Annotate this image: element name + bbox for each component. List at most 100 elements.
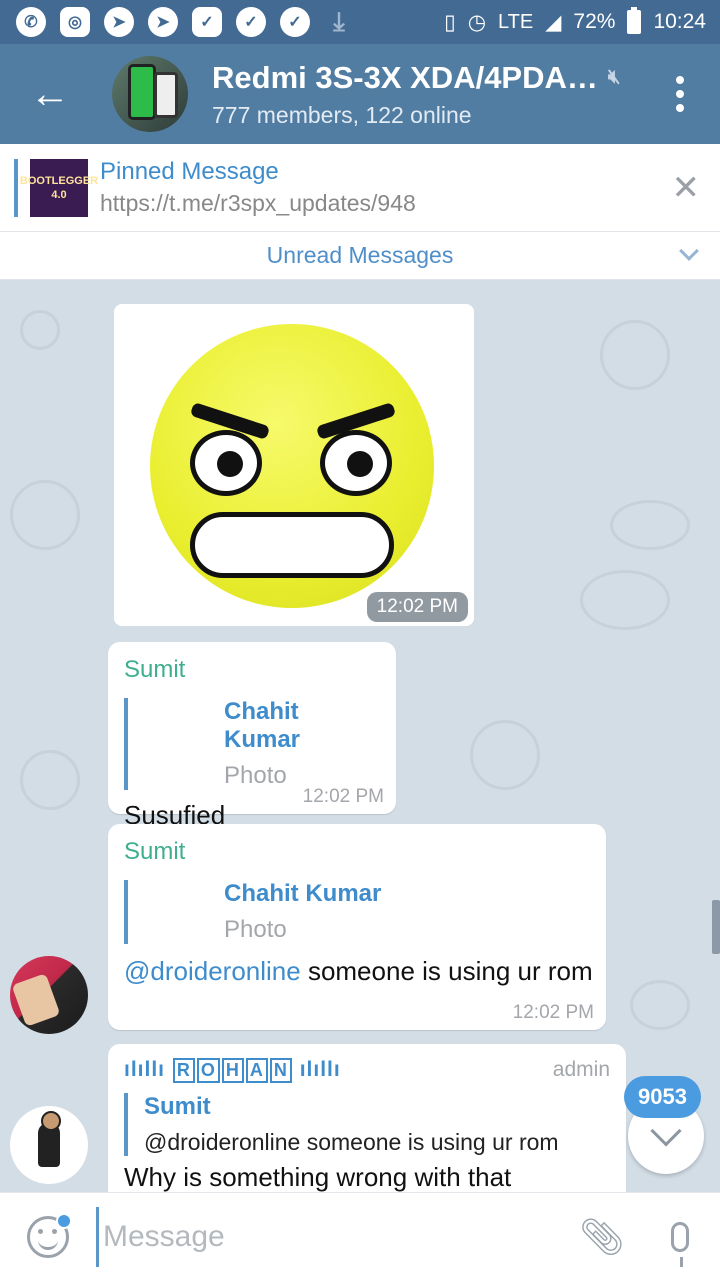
sticker-mouth (190, 512, 394, 578)
message-text: Why is something wrong with that (124, 1162, 512, 1192)
message-body: @droideronline someone is using ur rom (124, 954, 594, 988)
unread-label: Unread Messages (266, 242, 454, 268)
more-menu-button[interactable] (640, 44, 720, 144)
battery-icon (627, 7, 642, 34)
sender-letter: O (196, 1058, 220, 1083)
reply-quote[interactable]: Sumit @droideronline someone is using ur… (124, 1093, 610, 1156)
group-avatar[interactable] (112, 56, 188, 132)
sender-decoration: ılıllı (299, 1058, 341, 1081)
reply-sender: Chahit Kumar (224, 880, 382, 907)
feedly-icon: ✓ (192, 7, 222, 37)
background-doodle (610, 500, 690, 550)
message-bubble[interactable]: Sumit Chahit Kumar Photo Susufied 12:02 … (108, 642, 396, 830)
sticker-eye (190, 430, 262, 496)
message-input[interactable] (96, 1206, 564, 1267)
background-doodle (470, 720, 540, 790)
unread-messages-bar[interactable]: Unread Messages (0, 232, 720, 280)
pinned-title: Pinned Message (100, 158, 279, 185)
pinned-thumb-version: 4.0 (51, 188, 67, 201)
voice-message-button[interactable] (640, 1193, 720, 1280)
pinned-thumb-text: BOOTLEGGER (19, 174, 99, 187)
reply-preview: Photo (224, 916, 287, 943)
reply-quote[interactable]: Chahit Kumar Photo (124, 880, 590, 944)
sticker-pupil (217, 451, 243, 477)
pinned-thumbnail: BOOTLEGGER 4.0 (20, 158, 98, 217)
admin-badge: admin (552, 1058, 610, 1081)
chat-title-area[interactable]: Redmi 3S-3X XDA/4PDA… 🔇︎ 777 members, 12… (212, 60, 632, 129)
back-arrow-icon: ← (30, 71, 70, 116)
chat-title: Redmi 3S-3X XDA/4PDA… (212, 59, 598, 95)
reply-sender: Chahit Kumar (224, 698, 301, 753)
sticker-eye (320, 430, 392, 496)
angry-face-sticker (150, 324, 434, 608)
scrollbar-thumb[interactable] (712, 900, 720, 954)
download-icon: ⤓ (333, 6, 345, 36)
message-sender[interactable]: Sumit (124, 838, 590, 866)
reply-preview: @droideronline someone is using ur rom (144, 1129, 559, 1155)
telegram-icon: ➤ (148, 7, 178, 37)
message-time: 12:02 PM (302, 786, 384, 807)
mute-icon: 🔇︎ (607, 66, 621, 88)
reply-quote[interactable]: Chahit Kumar Photo (124, 698, 380, 790)
sender-decoration: ılıllı (124, 1058, 166, 1081)
clock: 10:24 (653, 10, 706, 33)
sticker-message[interactable]: 12:02 PM (114, 304, 474, 626)
close-icon: ✕ (671, 168, 701, 207)
reply-sender: Sumit (144, 1093, 211, 1120)
phone-graphic (154, 72, 178, 118)
dot-icon (676, 76, 684, 84)
message-bubble[interactable]: ılıllı ROHAN ılıllı admin Sumit @droider… (108, 1044, 626, 1192)
sender-letter: H (221, 1058, 244, 1083)
avatar-figure (38, 1111, 61, 1167)
background-doodle (630, 980, 690, 1030)
check-icon: ✓ (236, 7, 266, 37)
battery-percent: 72% (573, 10, 616, 33)
background-doodle (580, 570, 670, 630)
sender-letter: A (245, 1058, 268, 1083)
pinned-accent-bar (14, 158, 18, 217)
sticker-pupil (347, 451, 373, 477)
message-text: someone is using ur rom (300, 956, 593, 986)
sender-letter: R (172, 1058, 195, 1083)
pinned-url: https://t.me/r3spx_updates/948 (100, 190, 416, 216)
user-avatar[interactable] (10, 1106, 88, 1184)
chevron-down-icon (650, 1115, 682, 1147)
paperclip-icon: 📎︎ (579, 1215, 625, 1257)
status-bar: ✆ ◎ ➤ ➤ ✓ ✓ ✓ ⤓ ▯ ◷ LTE ◢ 72% 10:24 (0, 0, 720, 44)
attach-button[interactable]: 📎︎ (564, 1193, 640, 1280)
pinned-message[interactable]: BOOTLEGGER 4.0 Pinned Message https://t.… (0, 144, 720, 232)
vibrate-icon: ▯ (444, 10, 456, 34)
background-doodle (20, 750, 80, 810)
network-type: LTE (498, 10, 534, 33)
alarm-icon: ◷ (467, 10, 487, 34)
background-doodle (600, 320, 670, 390)
dot-icon (676, 104, 684, 112)
telegram-icon: ➤ (104, 7, 134, 37)
instagram-icon: ◎ (60, 7, 90, 37)
mention-link[interactable]: @droideronline (124, 956, 301, 986)
back-button[interactable]: ← (0, 44, 100, 144)
phone-graphic (128, 64, 156, 120)
signal-icon: ◢ (545, 10, 562, 34)
chat-area[interactable]: 12:02 PM Sumit Chahit Kumar Photo Susufi… (0, 280, 720, 1192)
check-icon: ✓ (280, 7, 310, 37)
message-input-bar: 📎︎ (0, 1192, 720, 1280)
background-doodle (20, 310, 60, 350)
notification-dot (56, 1212, 72, 1229)
user-avatar[interactable] (10, 956, 88, 1034)
unread-count-badge[interactable]: 9053 (624, 1076, 701, 1118)
sender-letter: N (269, 1058, 292, 1083)
message-sender[interactable]: Sumit (124, 656, 380, 684)
emoji-button[interactable] (0, 1193, 96, 1280)
whatsapp-icon: ✆ (16, 7, 46, 37)
close-pinned-button[interactable]: ✕ (672, 168, 701, 208)
message-bubble[interactable]: Sumit Chahit Kumar Photo @droideronline … (108, 824, 606, 1030)
chat-subtitle: 777 members, 122 online (212, 101, 472, 128)
message-time: 12:02 PM (512, 1002, 594, 1023)
microphone-icon (671, 1221, 689, 1267)
chat-header: ← Redmi 3S-3X XDA/4PDA… 🔇︎ 777 members, … (0, 44, 720, 144)
message-time: 12:02 PM (366, 592, 468, 622)
background-doodle (10, 480, 80, 550)
dot-icon (676, 90, 684, 98)
message-sender[interactable]: ılıllı ROHAN ılıllı (124, 1058, 610, 1083)
